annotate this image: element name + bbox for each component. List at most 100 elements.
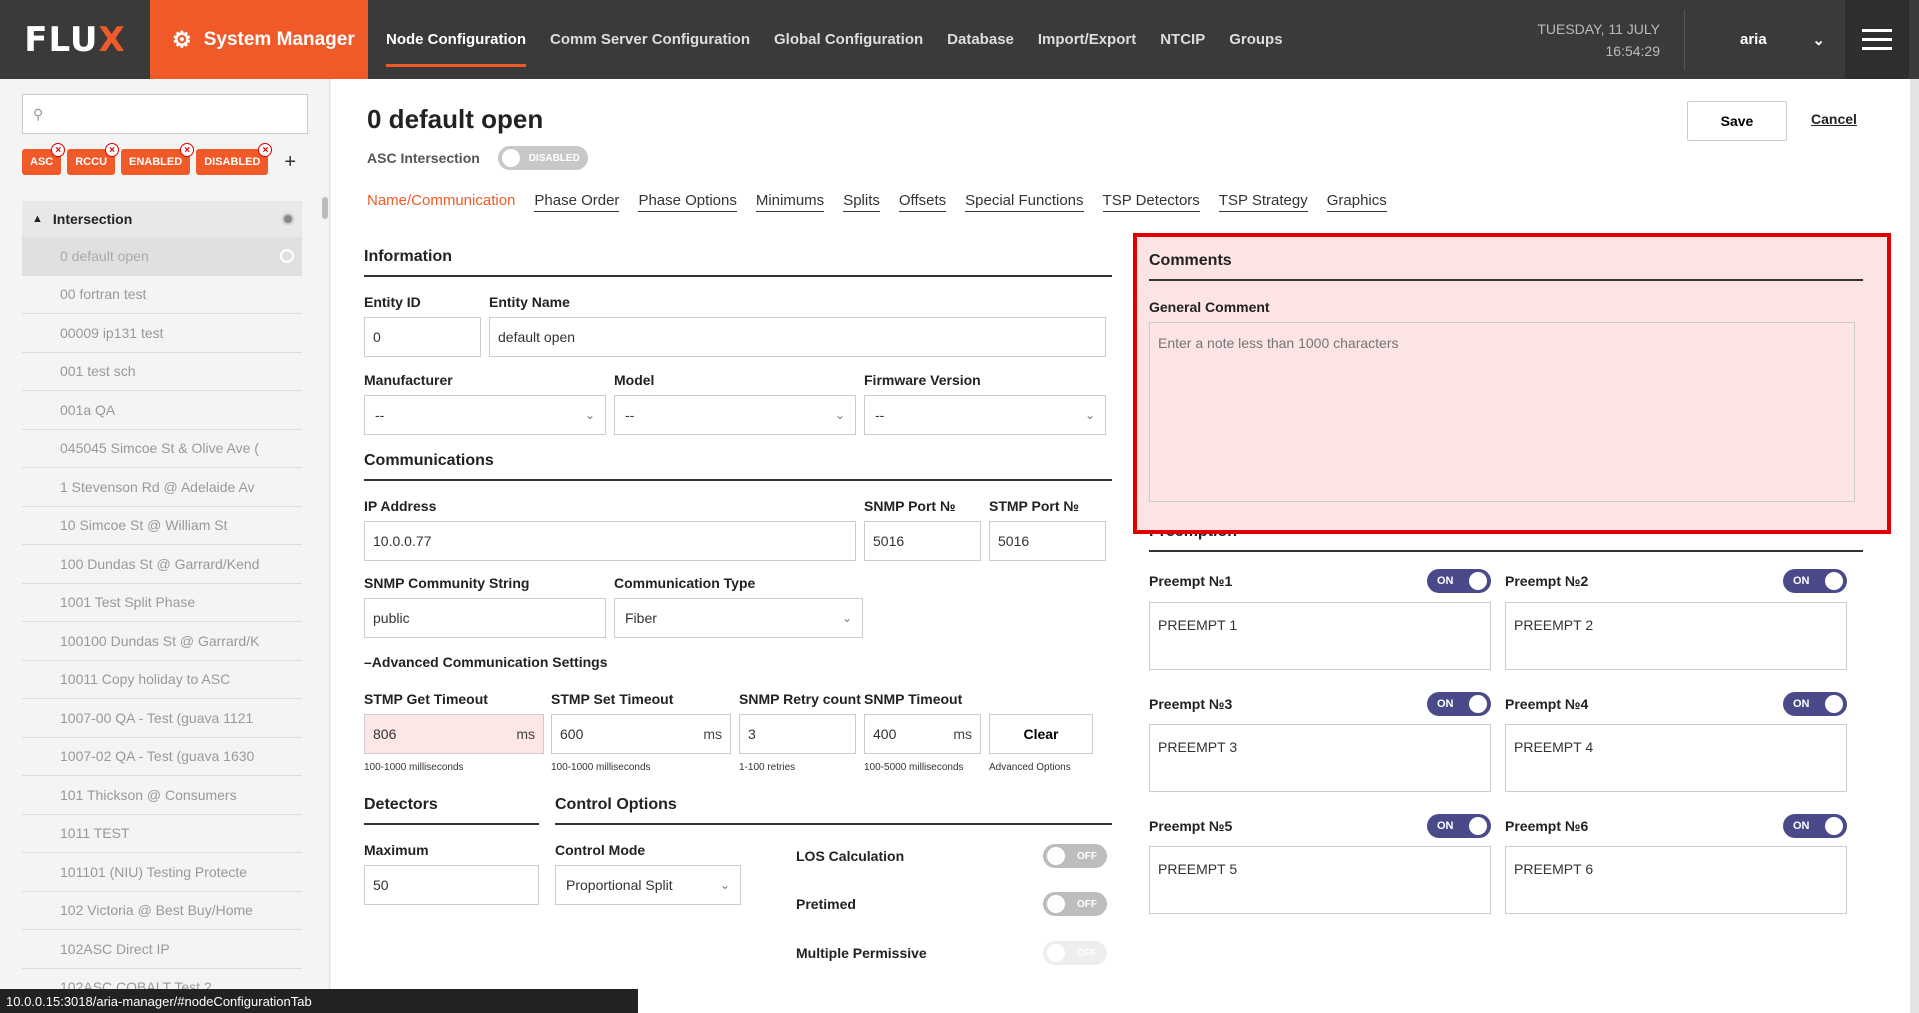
nav-global-configuration[interactable]: Global Configuration — [762, 0, 935, 79]
communications-heading: Communications — [364, 452, 1112, 481]
list-item[interactable]: 102 Victoria @ Best Buy/Home — [22, 892, 302, 930]
ip-address-field[interactable] — [364, 521, 856, 561]
model-label: Model — [614, 372, 655, 388]
snmp-port-field[interactable] — [864, 521, 981, 561]
list-item[interactable]: 00 fortran test — [22, 276, 302, 314]
menu-button[interactable] — [1845, 0, 1909, 79]
manufacturer-select[interactable]: -- ⌄ — [364, 395, 606, 435]
enabled-toggle[interactable]: DISABLED — [497, 146, 588, 170]
community-string-field[interactable] — [364, 598, 606, 638]
list-item[interactable]: 100100 Dundas St @ Garrard/K — [22, 622, 302, 661]
snmp-timeout-label: SNMP Timeout — [864, 691, 963, 707]
entity-id-field[interactable] — [364, 317, 481, 357]
list-item[interactable]: 101 Thickson @ Consumers — [22, 776, 302, 815]
close-icon[interactable]: × — [180, 143, 195, 157]
cancel-button[interactable]: Cancel — [1811, 111, 1857, 127]
tab-special-functions[interactable]: Special Functions — [965, 192, 1084, 212]
nav-ntcip[interactable]: NTCIP — [1148, 0, 1217, 79]
nav-import-export[interactable]: Import/Export — [1026, 0, 1148, 79]
los-calculation-toggle[interactable]: OFF — [1043, 844, 1107, 868]
preempt-2-toggle[interactable]: ON — [1783, 569, 1847, 593]
list-item[interactable]: 1007-00 QA - Test (guava 1121 — [22, 699, 302, 738]
search-input[interactable] — [49, 106, 307, 122]
list-item[interactable]: 001 test sch — [22, 353, 302, 391]
multiple-permissive-toggle[interactable]: OFF — [1043, 941, 1107, 965]
clear-button[interactable]: Clear — [989, 714, 1093, 754]
system-manager-button[interactable]: ⚙ System Manager — [150, 0, 368, 79]
flux-logo[interactable]: FLUX — [0, 0, 150, 79]
general-comment-label: General Comment — [1149, 299, 1270, 315]
model-select[interactable]: -- ⌄ — [614, 395, 856, 435]
tab-tsp-detectors[interactable]: TSP Detectors — [1102, 192, 1200, 212]
page-scrollbar[interactable] — [1910, 79, 1919, 1013]
filter-chip-enabled[interactable]: ENABLED × — [121, 143, 195, 175]
list-item[interactable]: 001a QA — [22, 391, 302, 430]
preempt-6-field[interactable]: PREEMPT 6 — [1505, 846, 1847, 914]
list-item[interactable]: 100 Dundas St @ Garrard/Kend — [22, 545, 302, 584]
tab-phase-order[interactable]: Phase Order — [534, 192, 620, 212]
tab-tsp-strategy[interactable]: TSP Strategy — [1218, 192, 1308, 212]
tab-name-communication[interactable]: Name/Communication — [367, 192, 515, 212]
list-item[interactable]: 102ASC Direct IP — [22, 930, 302, 969]
list-item[interactable]: 00009 ip131 test — [22, 314, 302, 353]
preempt-4-toggle[interactable]: ON — [1783, 692, 1847, 716]
add-filter-button[interactable]: + — [284, 151, 296, 174]
stmp-get-timeout-field[interactable]: ms — [364, 714, 544, 754]
time-text: 16:54:29 — [1605, 43, 1661, 59]
filter-chip-disabled[interactable]: DISABLED × — [196, 143, 273, 175]
preempt-1-field[interactable]: PREEMPT 1 — [1149, 602, 1491, 670]
preempt-4-field[interactable]: PREEMPT 4 — [1505, 724, 1847, 792]
advanced-settings-toggle[interactable]: –Advanced Communication Settings — [364, 654, 607, 670]
preempt-5-toggle[interactable]: ON — [1427, 814, 1491, 838]
nav-database[interactable]: Database — [935, 0, 1026, 79]
close-icon[interactable]: × — [105, 143, 120, 157]
pretimed-toggle[interactable]: OFF — [1043, 892, 1107, 916]
nav-groups[interactable]: Groups — [1217, 0, 1294, 79]
preempt-5-field[interactable]: PREEMPT 5 — [1149, 846, 1491, 914]
save-button[interactable]: Save — [1687, 101, 1787, 141]
filter-chip-rccu[interactable]: RCCU × — [67, 143, 120, 175]
list-item[interactable]: 1011 TEST — [22, 815, 302, 853]
list-item[interactable]: 0 default open — [22, 237, 302, 276]
chevron-up-icon: ▲ — [32, 213, 43, 225]
preempt-1-toggle[interactable]: ON — [1427, 569, 1491, 593]
snmp-retry-field[interactable] — [739, 714, 856, 754]
comm-type-select[interactable]: Fiber ⌄ — [614, 598, 863, 638]
tree-group-intersection[interactable]: ▲ Intersection — [22, 201, 302, 237]
close-icon[interactable]: × — [51, 143, 66, 157]
stmp-set-timeout-field[interactable]: ms — [551, 714, 731, 754]
preempt-2-field[interactable]: PREEMPT 2 — [1505, 602, 1847, 670]
search-icon: ⚲ — [33, 105, 44, 122]
control-mode-select[interactable]: Proportional Split ⌄ — [555, 865, 741, 905]
tab-offsets[interactable]: Offsets — [898, 192, 947, 212]
preempt-6-toggle[interactable]: ON — [1783, 814, 1847, 838]
search-box[interactable]: ⚲ — [22, 94, 308, 134]
tab-phase-options[interactable]: Phase Options — [638, 192, 737, 212]
tab-minimums[interactable]: Minimums — [755, 192, 825, 212]
entity-name-field[interactable] — [489, 317, 1106, 357]
preempt-3-field[interactable]: PREEMPT 3 — [1149, 724, 1491, 792]
list-item[interactable]: 045045 Simcoe St & Olive Ave ( — [22, 430, 302, 468]
status-dot — [282, 213, 294, 225]
nav-node-configuration[interactable]: Node Configuration — [374, 0, 538, 79]
stmp-port-field[interactable] — [989, 521, 1106, 561]
list-item[interactable]: 1001 Test Split Phase — [22, 584, 302, 622]
general-comment-textarea[interactable] — [1149, 322, 1855, 502]
list-item[interactable]: 1007-02 QA - Test (guava 1630 — [22, 738, 302, 776]
nav-comm-server-configuration[interactable]: Comm Server Configuration — [538, 0, 762, 79]
detectors-max-field[interactable] — [364, 865, 539, 905]
list-item[interactable]: 10 Simcoe St @ William St — [22, 507, 302, 545]
close-icon[interactable]: × — [258, 143, 273, 157]
snmp-timeout-field[interactable]: ms — [864, 714, 981, 754]
tab-splits[interactable]: Splits — [843, 192, 880, 212]
list-item[interactable]: 10011 Copy holiday to ASC — [22, 661, 302, 699]
firmware-select[interactable]: -- ⌄ — [864, 395, 1106, 435]
filter-chip-asc[interactable]: ASC × — [22, 143, 66, 175]
page-title: 0 default open — [367, 104, 544, 134]
user-menu[interactable]: aria ⌄ — [1685, 0, 1845, 79]
list-item[interactable]: 101101 (NIU) Testing Protecte — [22, 853, 302, 892]
list-item[interactable]: 1 Stevenson Rd @ Adelaide Av — [22, 468, 302, 507]
preempt-3-toggle[interactable]: ON — [1427, 692, 1491, 716]
tab-graphics[interactable]: Graphics — [1326, 192, 1387, 212]
sidebar-scrollbar[interactable] — [322, 197, 328, 219]
